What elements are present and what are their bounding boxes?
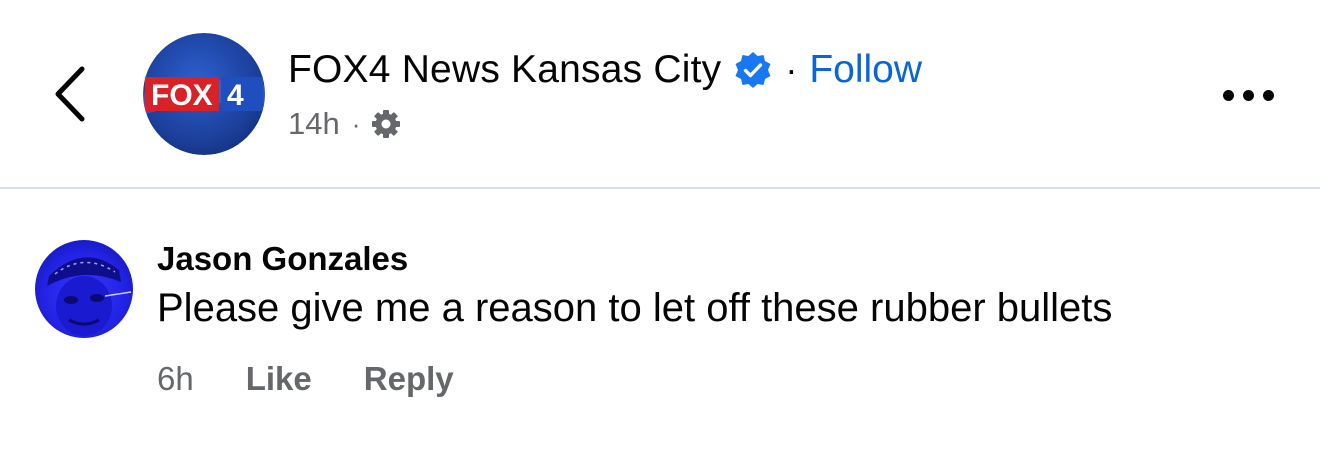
reply-button[interactable]: Reply bbox=[364, 360, 454, 398]
header-divider bbox=[0, 187, 1320, 189]
post-header: FOX 4 FOX4 News Kansas City · Follow 14h… bbox=[0, 0, 1320, 188]
page-avatar[interactable]: FOX 4 bbox=[143, 33, 265, 155]
more-dot bbox=[1222, 89, 1234, 101]
comment-author[interactable]: Jason Gonzales bbox=[157, 240, 408, 278]
like-button[interactable]: Like bbox=[246, 360, 312, 398]
fox4-logo: FOX 4 bbox=[143, 33, 265, 155]
svg-text:FOX: FOX bbox=[151, 79, 213, 112]
more-dot bbox=[1242, 89, 1254, 101]
more-dot bbox=[1262, 89, 1274, 101]
post-timestamp[interactable]: 14h bbox=[288, 106, 340, 142]
separator-dot: · bbox=[785, 49, 798, 90]
page-name[interactable]: FOX4 News Kansas City bbox=[288, 48, 721, 92]
follow-button[interactable]: Follow bbox=[809, 48, 922, 92]
more-options-button[interactable] bbox=[1208, 78, 1288, 112]
back-button[interactable] bbox=[38, 58, 102, 130]
chevron-left-icon bbox=[55, 66, 85, 122]
meta-separator-dot: · bbox=[351, 108, 361, 139]
post-meta: 14h · bbox=[288, 104, 402, 144]
comment-text: Please give me a reason to let off these… bbox=[157, 286, 1113, 330]
verified-badge-icon bbox=[733, 50, 773, 90]
comment-actions: 6h Like Reply bbox=[157, 360, 454, 398]
gear-icon bbox=[370, 108, 402, 140]
page-name-row: FOX4 News Kansas City · Follow bbox=[288, 44, 922, 96]
comment-avatar[interactable] bbox=[35, 240, 133, 338]
user-avatar-image bbox=[35, 240, 133, 338]
svg-text:4: 4 bbox=[227, 79, 244, 112]
comment-timestamp: 6h bbox=[157, 360, 194, 397]
